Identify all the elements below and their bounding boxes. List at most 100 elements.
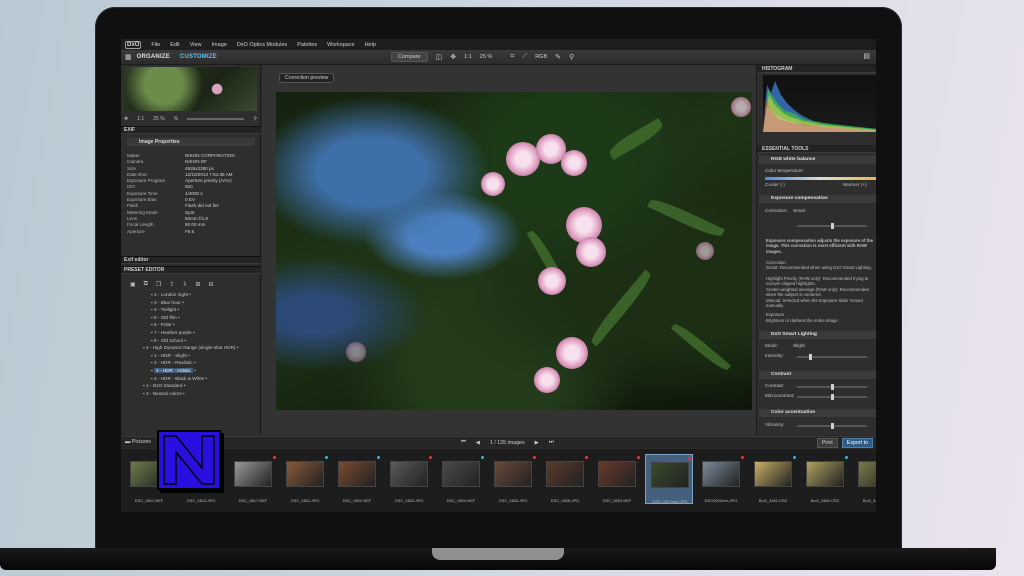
filmstrip-item[interactable]: DSC_0822.NEF [333, 454, 381, 504]
preset-item[interactable]: ▪ 4 - Twilight • [129, 306, 253, 314]
essential-tools-header[interactable]: ESSENTIAL TOOLS [757, 145, 876, 153]
preset-delete-icon[interactable]: ⊟ [208, 281, 213, 288]
print-button[interactable]: Print [816, 438, 838, 448]
slider-knob[interactable] [831, 384, 834, 390]
crop-icon[interactable]: ⌗ [510, 53, 514, 61]
menu-help[interactable]: Help [365, 42, 376, 48]
slider-knob[interactable] [831, 394, 834, 400]
intensity-slider[interactable] [797, 354, 867, 360]
contrast-slider[interactable] [797, 384, 867, 390]
histogram-header[interactable]: HISTOGRAM [757, 65, 876, 73]
slider-knob[interactable] [831, 223, 834, 229]
preset-item[interactable]: ▪ 1 - HDR - Slight • [129, 352, 253, 360]
preset-copy-icon[interactable]: ❐ [156, 281, 161, 288]
menu-edit[interactable]: Edit [170, 42, 179, 48]
filmstrip-item[interactable]: BoG_3481.CR2 [749, 454, 797, 504]
preset-item[interactable]: ▪ 1 - DxO Standard • [129, 382, 253, 390]
move-icon[interactable]: ✥ [124, 116, 128, 122]
percent-icon[interactable]: % [174, 116, 178, 122]
main-photo[interactable] [276, 92, 752, 410]
filmstrip-item[interactable]: DSC_0829.NEF [593, 454, 641, 504]
exif-editor-header[interactable]: Exif editor [121, 256, 261, 264]
preset-item[interactable]: ▪ 5 - Old film • [129, 314, 253, 322]
filmstrip-item[interactable]: DSC_0823.JPG [385, 454, 433, 504]
tab-customize[interactable]: CUSTOMIZE [175, 54, 222, 60]
print-icon[interactable]: ▤ [863, 52, 870, 60]
move-icon[interactable]: ✥ [450, 53, 456, 61]
filmstrip-item[interactable]: DSC_0821.JPG [281, 454, 329, 504]
exif-header[interactable]: EXIF [121, 126, 261, 134]
color-accentuation-title[interactable]: Color accentuation [759, 409, 876, 417]
compare-button[interactable]: Compare [391, 52, 428, 62]
preset-item[interactable]: ▪ 4 - HDR - Black & White • [129, 375, 253, 383]
color-temperature-slider[interactable] [765, 177, 876, 180]
horizon-icon[interactable]: ⟋ [522, 53, 527, 61]
eyedropper-icon[interactable]: ⚲ [569, 53, 574, 61]
new-preset-icon[interactable]: ▣ [130, 281, 136, 288]
preset-item[interactable]: ▪ 4 - High Dynamic Range (single-shot HD… [129, 344, 253, 352]
preset-import-icon[interactable]: ⇪ [169, 281, 174, 288]
navigator-thumbnail[interactable] [124, 67, 257, 111]
split-view-icon[interactable]: ◫ [436, 53, 443, 61]
menu-image[interactable]: Image [212, 42, 227, 48]
navigator-ratio[interactable]: 1:1 [137, 116, 144, 122]
tab-organize[interactable]: ORGANIZE [132, 54, 175, 60]
rgb-button[interactable]: RGB [535, 54, 547, 60]
preset-label: 8 - Old school [153, 337, 183, 343]
contrast-title[interactable]: Contrast [759, 371, 876, 379]
vibrancy-label: Vibrancy: [765, 422, 785, 427]
status-dot [533, 456, 536, 459]
preset-save-icon[interactable]: ⧉ [144, 281, 148, 288]
slider-knob[interactable] [809, 354, 812, 360]
filmstrip-item[interactable]: DSC_0824.NEF [437, 454, 485, 504]
image-properties-header[interactable]: Image Properties [127, 138, 255, 146]
preset-editor-header[interactable]: PRESET EDITOR [121, 266, 261, 274]
last-page-icon[interactable]: ⏭ [549, 439, 554, 446]
navigator-zoom[interactable]: 25 % [153, 116, 164, 122]
preset-item[interactable]: ▪ 8 - Old school • [129, 337, 253, 345]
preset-item[interactable]: ▪ 7 - Heather purple • [129, 329, 253, 337]
zoom-slider[interactable] [187, 118, 245, 120]
correction-preview-button[interactable]: Correction preview [279, 73, 335, 83]
filmstrip-item[interactable]: DSC_0871nex.JPG [645, 454, 693, 504]
menu-optics-modules[interactable]: DxO Optics Modules [237, 42, 287, 48]
filmstrip-thumbnail [546, 461, 584, 487]
correction-mode-select[interactable]: Smart [793, 208, 806, 213]
filmstrip-item[interactable]: DSC_0817.NEF [229, 454, 277, 504]
preset-item[interactable]: ▪ 3 - HDR - Artistic • [129, 367, 253, 375]
repair-brush-icon[interactable]: ✎ [555, 53, 561, 61]
white-balance-title[interactable]: RGB white balance [759, 156, 876, 164]
mode-select[interactable]: Slight [793, 343, 805, 348]
preset-item[interactable]: ▪ 6 - Polar • [129, 321, 253, 329]
export-button[interactable]: Export to [841, 438, 873, 448]
filmstrip-item[interactable]: DSC_0828.JPG [541, 454, 589, 504]
zoom-level-select[interactable]: 25 % [480, 54, 493, 60]
filmstrip-item[interactable]: DSC_0826.JPG [489, 454, 537, 504]
preset-item[interactable]: ▪ 3 - Blue hour • [129, 299, 253, 307]
vibrancy-slider[interactable] [797, 423, 867, 429]
slider-knob[interactable] [831, 423, 834, 429]
first-page-icon[interactable]: ⏮ [461, 439, 466, 446]
microcontrast-slider[interactable] [797, 394, 867, 400]
next-icon[interactable]: ▶ [535, 440, 539, 446]
search-icon[interactable]: ⚲ [253, 116, 257, 122]
filmstrip-item[interactable]: BoG_3483.CR2 [853, 454, 876, 504]
previous-icon[interactable]: ◀ [476, 440, 480, 446]
filmstrip-item[interactable]: DSC0002nex.JPG [697, 454, 745, 504]
preset-item[interactable]: ▪ 2 - London night • [129, 291, 253, 299]
filmstrip-label: DSC_0826.JPG [498, 498, 528, 503]
menu-workspace[interactable]: Workspace [327, 42, 354, 48]
filmstrip-item[interactable]: BoG_3482.CR2 [801, 454, 849, 504]
menu-view[interactable]: View [190, 42, 202, 48]
zoom-1-1-button[interactable]: 1:1 [464, 54, 472, 60]
exposure-compensation-title[interactable]: Exposure compensation [759, 195, 876, 203]
preset-item[interactable]: ▪ 2 - Neutral colors • [129, 390, 253, 398]
menu-palettes[interactable]: Palettes [297, 42, 317, 48]
folder-breadcrumb[interactable]: ▬ Pictures [125, 439, 151, 445]
preset-apply-icon[interactable]: ⊞ [195, 281, 200, 288]
exposure-slider[interactable] [797, 223, 867, 229]
smart-lighting-title[interactable]: DxO Smart Lighting [759, 331, 876, 339]
menu-file[interactable]: File [151, 42, 160, 48]
preset-item[interactable]: ▪ 2 - HDR - Realistic • [129, 359, 253, 367]
preset-export-icon[interactable]: ⇩ [182, 281, 187, 288]
